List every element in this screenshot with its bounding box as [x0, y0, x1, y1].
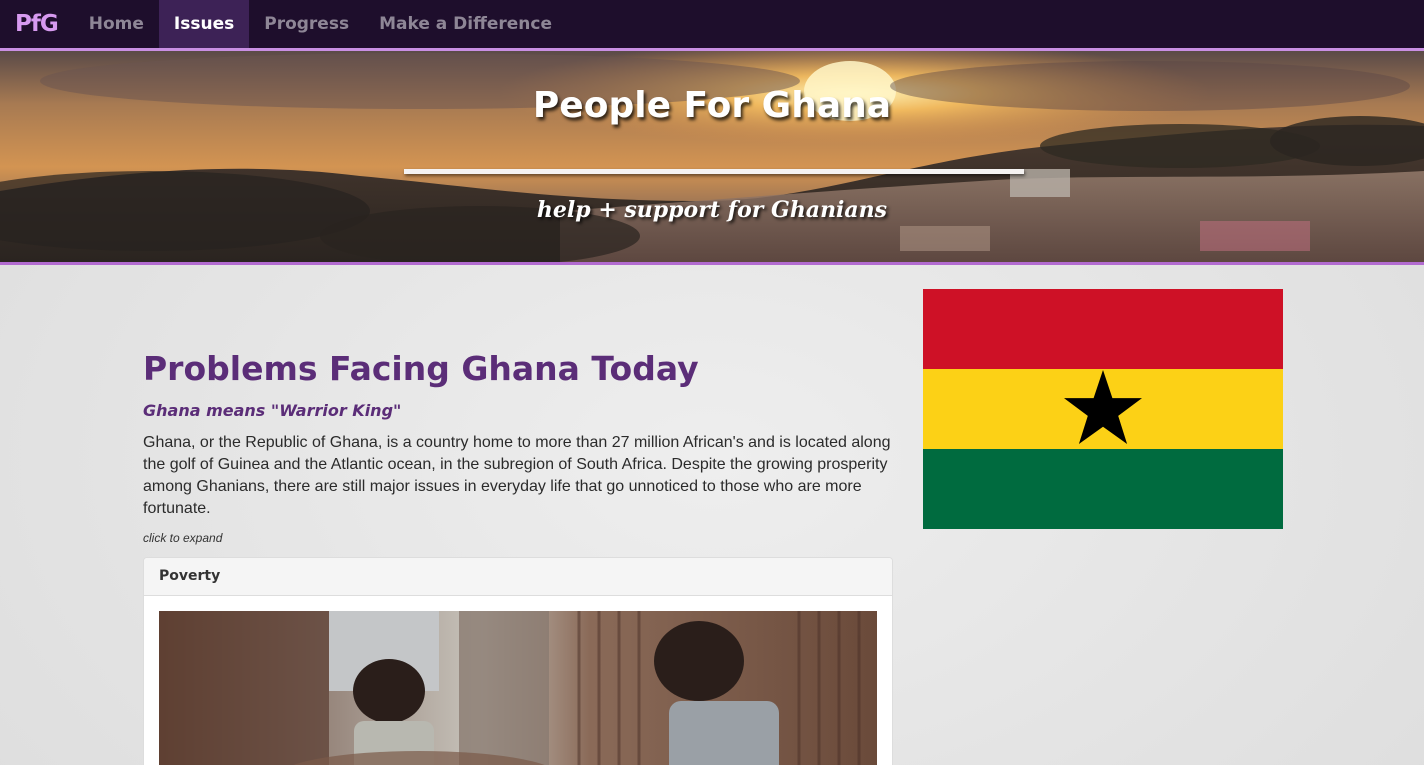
- page-subtitle: Ghana means "Warrior King": [143, 401, 402, 420]
- flag-green-stripe: [923, 449, 1283, 529]
- hero-divider: [404, 169, 1024, 174]
- poverty-photo: [159, 611, 877, 765]
- nav-issues[interactable]: Issues: [158, 0, 250, 48]
- intro-paragraph: Ghana, or the Republic of Ghana, is a co…: [143, 434, 891, 517]
- brand-logo[interactable]: PfG: [0, 0, 74, 48]
- nav-home[interactable]: Home: [74, 0, 159, 48]
- nav-make-a-difference[interactable]: Make a Difference: [364, 0, 567, 48]
- navbar: PfG Home Issues Progress Make a Differen…: [0, 0, 1424, 51]
- hero-banner: People For Ghana help + support for Ghan…: [0, 51, 1424, 265]
- flag-red-stripe: [923, 289, 1283, 369]
- poverty-panel: Poverty: [143, 557, 893, 765]
- page-title: Problems Facing Ghana Today: [143, 349, 699, 388]
- poverty-panel-heading[interactable]: Poverty: [144, 558, 892, 596]
- ghana-flag: [923, 289, 1283, 529]
- hero-tagline: help + support for Ghanians: [536, 197, 888, 223]
- nav-progress[interactable]: Progress: [249, 0, 364, 48]
- expand-hint: click to expand: [143, 531, 223, 545]
- hero-title: People For Ghana: [532, 85, 892, 126]
- hero-background-image: [0, 51, 1424, 262]
